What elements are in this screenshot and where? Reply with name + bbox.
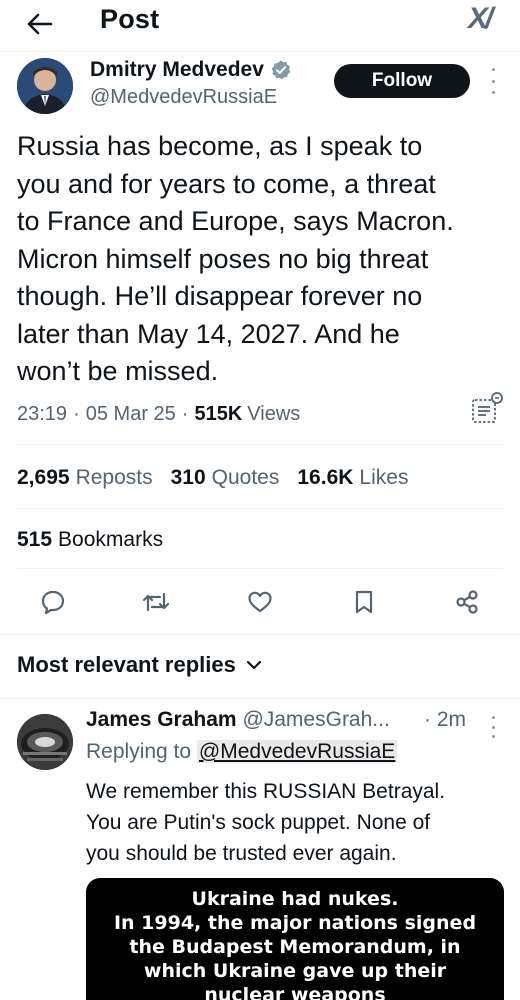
- reply-button[interactable]: [35, 584, 71, 620]
- reply-author-name[interactable]: James Graham: [86, 708, 237, 731]
- post-date: 05 Mar 25: [85, 402, 176, 425]
- arrow-left-icon: [27, 13, 53, 35]
- reply-avatar-image: [17, 714, 73, 770]
- divider: [0, 698, 520, 699]
- chevron-down-icon: [246, 660, 261, 670]
- share-button[interactable]: [449, 584, 485, 620]
- bookmarks-label: Bookmarks: [58, 528, 164, 551]
- bookmark-icon: [355, 590, 373, 614]
- reposts-count: 2,695: [17, 466, 70, 489]
- replying-to-prefix: Replying to: [86, 740, 192, 763]
- repost-icon: [142, 592, 170, 612]
- grok-analysis-icon[interactable]: [470, 390, 506, 426]
- page-title: Post: [100, 4, 160, 34]
- reply-media-image[interactable]: Ukraine had nukes. In 1994, the major na…: [86, 878, 504, 1000]
- author-name-text: Dmitry Medvedev: [90, 58, 264, 81]
- media-line: the Budapest Memorandum, in: [129, 936, 461, 958]
- replies-sort-label: Most relevant replies: [17, 652, 236, 677]
- quotes-stat[interactable]: 310 Quotes: [171, 466, 280, 490]
- views-label: Views: [247, 402, 301, 425]
- reply-text: We remember this RUSSIAN Betrayal. You a…: [86, 780, 446, 865]
- author-handle[interactable]: @MedvedevRussiaE: [90, 86, 277, 109]
- bookmark-button[interactable]: [346, 584, 382, 620]
- reply-author-handle[interactable]: @JamesGrah...: [242, 708, 389, 731]
- avatar[interactable]: [17, 58, 73, 114]
- author-name[interactable]: Dmitry Medvedev: [90, 58, 292, 82]
- app-logo: X/: [468, 2, 493, 35]
- divider: [0, 634, 520, 635]
- reposts-stat[interactable]: 2,695 Reposts: [17, 466, 153, 490]
- reply-icon: [41, 590, 65, 615]
- repost-button[interactable]: [138, 584, 174, 620]
- likes-count: 16.6K: [297, 466, 354, 489]
- post-text: Russia has become, as I speak to you and…: [17, 131, 454, 386]
- follow-button[interactable]: Follow: [334, 64, 470, 98]
- quotes-label: Quotes: [211, 466, 280, 489]
- avatar-image: [17, 58, 73, 114]
- like-button[interactable]: [242, 584, 278, 620]
- action-bar: [0, 580, 520, 626]
- media-line: which Ukraine gave up their: [143, 960, 447, 982]
- replying-to: Replying to @MedvedevRussiaE: [86, 740, 398, 764]
- media-line: In 1994, the major nations signed: [113, 912, 477, 934]
- divider: [17, 444, 503, 445]
- divider: [17, 568, 503, 569]
- reply-time: · 2m: [424, 708, 466, 731]
- replies-sort-dropdown[interactable]: Most relevant replies: [17, 652, 262, 678]
- replying-to-mention[interactable]: @MedvedevRussiaE: [196, 740, 398, 763]
- media-line: nuclear weapons: [204, 984, 386, 1000]
- reposts-label: Reposts: [75, 466, 153, 489]
- post-meta: 23:19 · 05 Mar 25 · 515K Views: [17, 402, 301, 425]
- bookmarks-count: 515: [17, 528, 53, 551]
- quotes-count: 310: [170, 466, 206, 489]
- post-time: 23:19: [17, 402, 68, 425]
- more-options-icon[interactable]: [486, 68, 500, 94]
- reply-item[interactable]: James Graham @JamesGrah... · 2m Replying…: [0, 700, 520, 1000]
- media-line: Ukraine had nukes.: [191, 888, 399, 910]
- reply-more-options-icon[interactable]: [486, 716, 500, 738]
- likes-label: Likes: [359, 466, 409, 489]
- like-icon: [248, 591, 272, 613]
- reply-avatar[interactable]: [17, 714, 73, 770]
- engagement-stats: 2,695 Reposts 310 Quotes 16.6K Likes: [17, 462, 507, 494]
- share-icon: [456, 590, 478, 614]
- views-count: 515K: [194, 402, 243, 425]
- divider: [17, 508, 503, 509]
- top-bar: Post X/: [0, 0, 520, 52]
- verified-badge-icon: [271, 60, 291, 80]
- back-button[interactable]: [22, 6, 58, 42]
- likes-stat[interactable]: 16.6K Likes: [297, 466, 408, 490]
- author-row: Dmitry Medvedev @MedvedevRussiaE Follow: [0, 56, 520, 120]
- media-caption: Ukraine had nukes. In 1994, the major na…: [86, 878, 504, 1000]
- bookmarks-stat[interactable]: 515 Bookmarks: [17, 524, 163, 556]
